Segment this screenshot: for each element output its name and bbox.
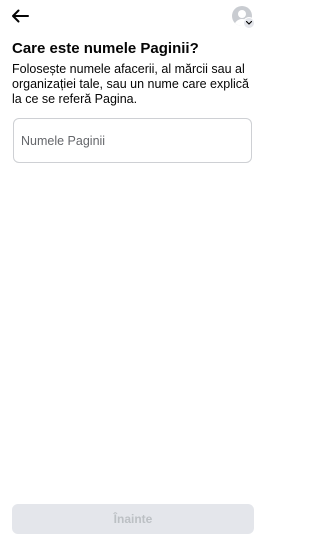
next-button[interactable]: Înainte xyxy=(12,504,254,534)
chevron-down-icon xyxy=(243,17,255,29)
back-button[interactable] xyxy=(9,5,31,27)
arrow-left-icon xyxy=(12,9,29,23)
profile-switcher-button[interactable] xyxy=(231,5,255,29)
page-name-input[interactable] xyxy=(21,119,246,162)
page-name-field[interactable] xyxy=(13,118,252,163)
avatar-head-shape xyxy=(238,10,246,18)
page-title: Care este numele Paginii? xyxy=(12,40,199,57)
page-description: Folosește numele afacerii, al mărcii sau… xyxy=(12,62,249,106)
top-bar xyxy=(0,0,266,32)
